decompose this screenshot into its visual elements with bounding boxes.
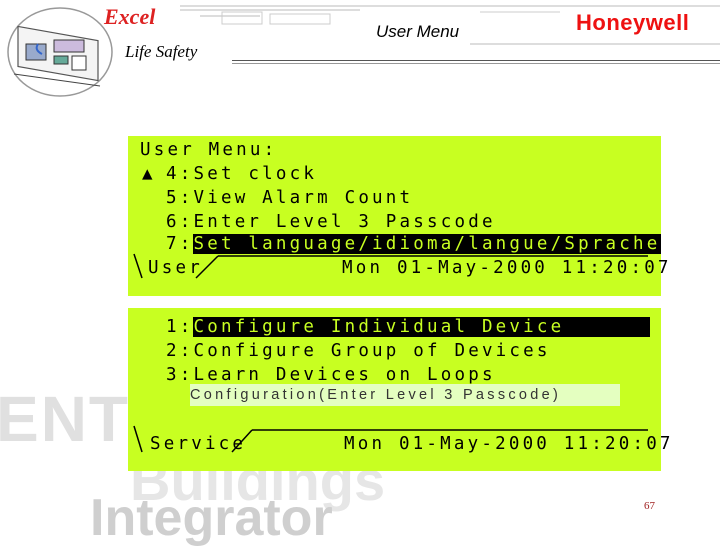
honeywell-logo: Honeywell [576, 10, 690, 35]
status-mode-label: User [148, 258, 203, 278]
status-datetime: Mon 01-May-2000 11:20:07 [342, 258, 672, 278]
brand-name: Excel [104, 4, 156, 29]
page-title: User Menu [376, 22, 460, 41]
header-divider-secondary [232, 63, 720, 64]
status-mode-label: Service [150, 434, 247, 454]
brand-subtitle: Life Safety [122, 42, 201, 62]
user-menu-display: User Menu: ▲ 4:Set clock 5:View Alarm Co… [128, 136, 668, 296]
status-datetime: Mon 01-May-2000 11:20:07 [344, 434, 674, 454]
page-number: 67 [644, 500, 655, 512]
header-divider [232, 60, 720, 61]
controller-board-icon [7, 7, 113, 97]
watermark-text: Integrator [90, 489, 333, 547]
service-menu-display: 1:Configure Individual Device 2:Configur… [128, 308, 670, 471]
